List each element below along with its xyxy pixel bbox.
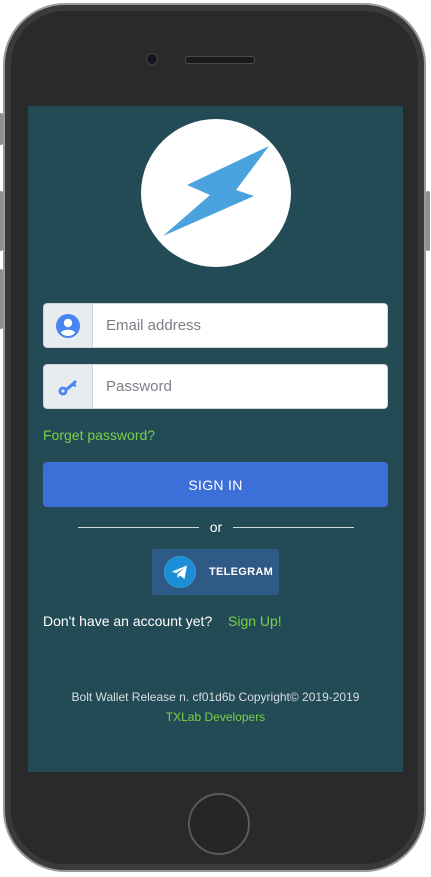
app-screen: Forget password? SIGN IN or TELEGRAM Don… (28, 106, 403, 772)
or-divider-label: or (209, 519, 223, 535)
user-circle-icon (56, 313, 80, 338)
sign-up-link[interactable]: Sign Up! (228, 613, 282, 629)
release-info: Bolt Wallet Release n. cf01d6b Copyright… (71, 690, 360, 704)
email-field-group (43, 303, 388, 348)
no-account-text: Don't have an account yet? (43, 613, 213, 629)
password-field-group (43, 364, 388, 409)
phone-side-button-power (426, 191, 430, 251)
email-icon-box (43, 303, 93, 348)
earpiece-speaker (185, 56, 255, 64)
divider-left (78, 527, 199, 528)
divider-right (233, 527, 354, 528)
password-input[interactable] (93, 364, 388, 409)
telegram-icon (164, 556, 196, 588)
developers-link[interactable]: TXLab Developers (28, 710, 403, 724)
front-camera (146, 53, 158, 65)
phone-side-button-volume-down (0, 269, 3, 329)
password-icon-box (43, 364, 93, 409)
sign-in-button[interactable]: SIGN IN (43, 462, 388, 507)
forgot-password-link[interactable]: Forget password? (43, 427, 155, 443)
app-logo (141, 119, 291, 267)
phone-side-button-volume-up (0, 191, 3, 251)
email-input[interactable] (93, 303, 388, 348)
phone-side-button-mute (0, 113, 3, 145)
home-button[interactable] (188, 793, 250, 855)
key-icon (58, 379, 77, 395)
lightning-bolt-icon (163, 146, 269, 236)
telegram-button-label: TELEGRAM (209, 566, 274, 578)
telegram-login-button[interactable]: TELEGRAM (152, 549, 279, 595)
